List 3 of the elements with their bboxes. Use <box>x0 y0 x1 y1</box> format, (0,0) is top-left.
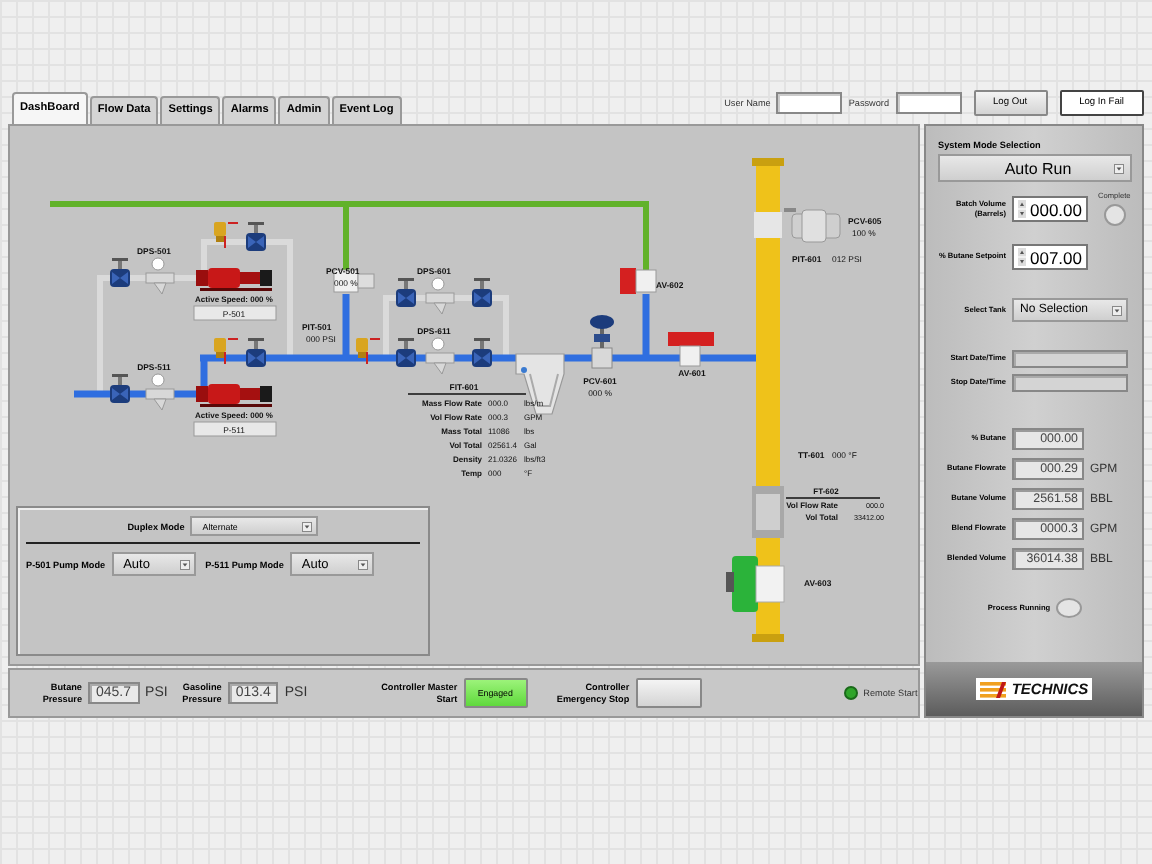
dropdown[interactable]: Auto Run <box>938 154 1132 182</box>
numeric-input[interactable]: 000.00 <box>1012 196 1088 222</box>
numeric-input[interactable]: 007.00 <box>1012 244 1088 270</box>
